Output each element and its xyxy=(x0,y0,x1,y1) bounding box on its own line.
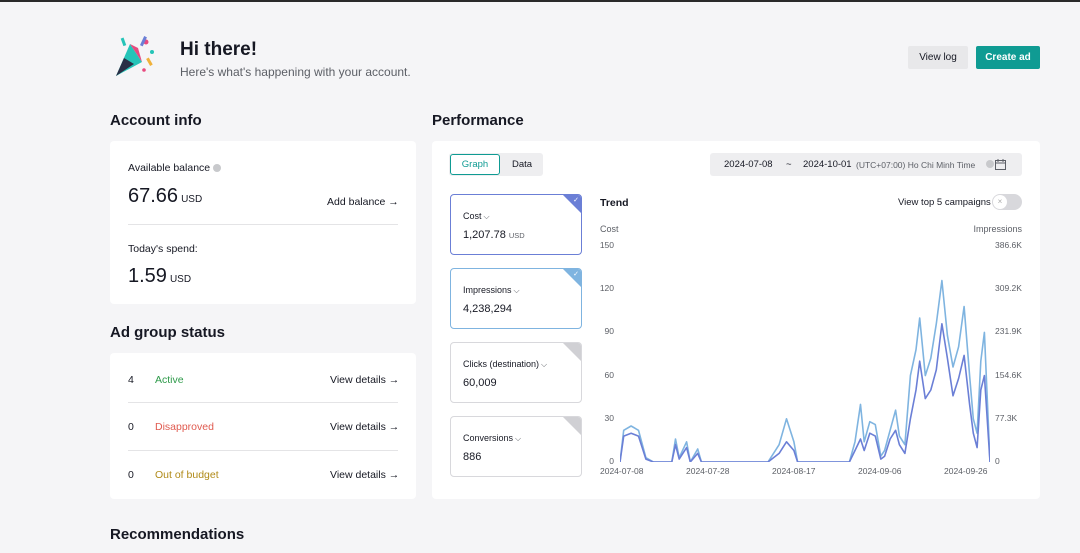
out-of-budget-count: 0 xyxy=(128,469,134,481)
chevron-down-icon: ⌵ xyxy=(515,434,522,443)
page-title: Hi there! xyxy=(180,39,258,60)
metric-label-text: Conversions xyxy=(463,433,514,443)
available-balance-unit: USD xyxy=(181,194,203,205)
y-tick-right: 231.9K xyxy=(995,326,1022,337)
y-tick-left: 150 xyxy=(599,240,614,250)
y-tick-left: 90 xyxy=(604,326,614,337)
ad-group-status-title: Ad group status xyxy=(110,324,225,341)
add-balance-link[interactable]: Add balance → xyxy=(327,196,399,208)
toggle-knob: × xyxy=(993,195,1007,209)
metric-card-clicks[interactable]: Clicks (destination) ⌵ 60,009 xyxy=(450,342,582,403)
divider xyxy=(128,224,398,225)
date-end: 2024-10-01 xyxy=(803,159,852,170)
view-details-active-link[interactable]: View details → xyxy=(330,374,399,386)
y-tick-right: 154.6K xyxy=(995,369,1022,380)
y-tick-right: 386.6K xyxy=(995,240,1022,250)
y-tick-left: 30 xyxy=(604,412,614,423)
metric-unit: USD xyxy=(508,231,525,240)
tab-graph[interactable]: Graph xyxy=(450,154,500,175)
active-count: 4 xyxy=(128,374,134,386)
page-subtitle: Here's what's happening with your accoun… xyxy=(180,65,411,79)
todays-spend-value: 1.59 xyxy=(128,265,167,287)
date-start: 2024-07-08 xyxy=(724,159,773,170)
y-tick-right: 0 xyxy=(995,456,1000,466)
tab-data[interactable]: Data xyxy=(502,154,542,175)
y-tick-left: 0 xyxy=(609,456,614,466)
chevron-down-icon: ⌵ xyxy=(541,360,548,369)
metric-label-text: Impressions xyxy=(463,285,512,295)
metric-value: 1,207.78 USD xyxy=(463,229,525,241)
chevron-down-icon: ⌵ xyxy=(513,286,520,295)
metric-label: Conversions ⌵ xyxy=(463,433,521,444)
date-range-picker[interactable]: 2024-07-08 ~ 2024-10-01 (UTC+07:00) Ho C… xyxy=(710,153,1022,176)
metric-card-conversions[interactable]: Conversions ⌵ 886 xyxy=(450,416,582,477)
x-tick: 2024-08-17 xyxy=(772,466,816,476)
series-line xyxy=(620,279,990,462)
metric-value: 4,238,294 xyxy=(463,303,512,315)
trend-title: Trend xyxy=(600,197,629,209)
metric-label-text: Cost xyxy=(463,211,482,221)
top5-campaigns-label: View top 5 campaigns xyxy=(898,197,991,208)
performance-title: Performance xyxy=(432,112,524,129)
account-info-title: Account info xyxy=(110,112,202,129)
available-balance-value: 67.66 xyxy=(128,185,179,207)
available-balance-label-text: Available balance xyxy=(128,162,211,174)
metric-card-impressions[interactable]: ✓ Impressions ⌵ 4,238,294 xyxy=(450,268,582,329)
available-balance: 67.66 USD xyxy=(128,185,202,208)
party-popper-icon xyxy=(116,36,154,76)
chevron-down-icon: ⌵ xyxy=(483,212,490,221)
x-tick: 2024-09-06 xyxy=(858,466,902,476)
status-out-of-budget: Out of budget xyxy=(155,469,219,481)
y-axis-left-label: Cost xyxy=(600,224,619,234)
y-tick-left: 60 xyxy=(604,369,614,380)
metric-value: 886 xyxy=(463,451,482,463)
check-icon: ✓ xyxy=(573,271,579,278)
status-active: Active xyxy=(155,374,184,386)
todays-spend-label: Today's spend: xyxy=(128,243,198,255)
y-tick-left: 120 xyxy=(599,283,614,294)
x-tick: 2024-07-28 xyxy=(686,466,730,476)
status-disapproved: Disapproved xyxy=(155,421,214,433)
unselected-corner xyxy=(563,343,581,361)
metric-label: Impressions ⌵ xyxy=(463,285,520,296)
divider xyxy=(128,402,398,403)
create-ad-button[interactable]: Create ad xyxy=(976,46,1040,69)
view-details-disapproved-link[interactable]: View details → xyxy=(330,421,399,433)
y-axis-right-label: Impressions xyxy=(973,224,1022,234)
x-tick: 2024-09-26 xyxy=(944,466,988,476)
check-icon: ✓ xyxy=(573,197,579,204)
available-balance-label: Available balance xyxy=(128,162,222,174)
divider xyxy=(128,450,398,451)
recommendations-title: Recommendations xyxy=(110,526,245,543)
view-details-out-of-budget-link[interactable]: View details → xyxy=(330,469,399,481)
account-info-card: Available balance 67.66 USD Add balance →… xyxy=(110,141,416,304)
trend-chart xyxy=(620,279,990,462)
metric-label-text: Clicks (destination) xyxy=(463,359,540,369)
metric-label: Cost ⌵ xyxy=(463,211,490,222)
ad-group-status-card: 4 Active View details → 0 Disapproved Vi… xyxy=(110,353,416,499)
info-icon[interactable] xyxy=(213,164,222,173)
unselected-corner xyxy=(563,417,581,435)
top5-campaigns-toggle[interactable]: × xyxy=(992,194,1022,210)
x-tick: 2024-07-08 xyxy=(600,466,644,476)
calendar-icon[interactable] xyxy=(995,159,1006,170)
y-tick-right: 77.3K xyxy=(995,412,1018,423)
info-icon[interactable] xyxy=(986,160,994,168)
metric-label: Clicks (destination) ⌵ xyxy=(463,359,547,370)
y-tick-right: 309.2K xyxy=(995,283,1022,294)
disapproved-count: 0 xyxy=(128,421,134,433)
todays-spend-unit: USD xyxy=(169,274,192,285)
metric-value-text: 1,207.78 xyxy=(463,229,506,241)
date-separator: ~ xyxy=(786,159,792,170)
timezone: (UTC+07:00) Ho Chi Minh Time xyxy=(856,160,976,170)
todays-spend: 1.59 USD xyxy=(128,265,191,288)
metric-card-cost[interactable]: ✓ Cost ⌵ 1,207.78 USD xyxy=(450,194,582,255)
view-log-button[interactable]: View log xyxy=(908,46,968,69)
metric-value: 60,009 xyxy=(463,377,497,389)
